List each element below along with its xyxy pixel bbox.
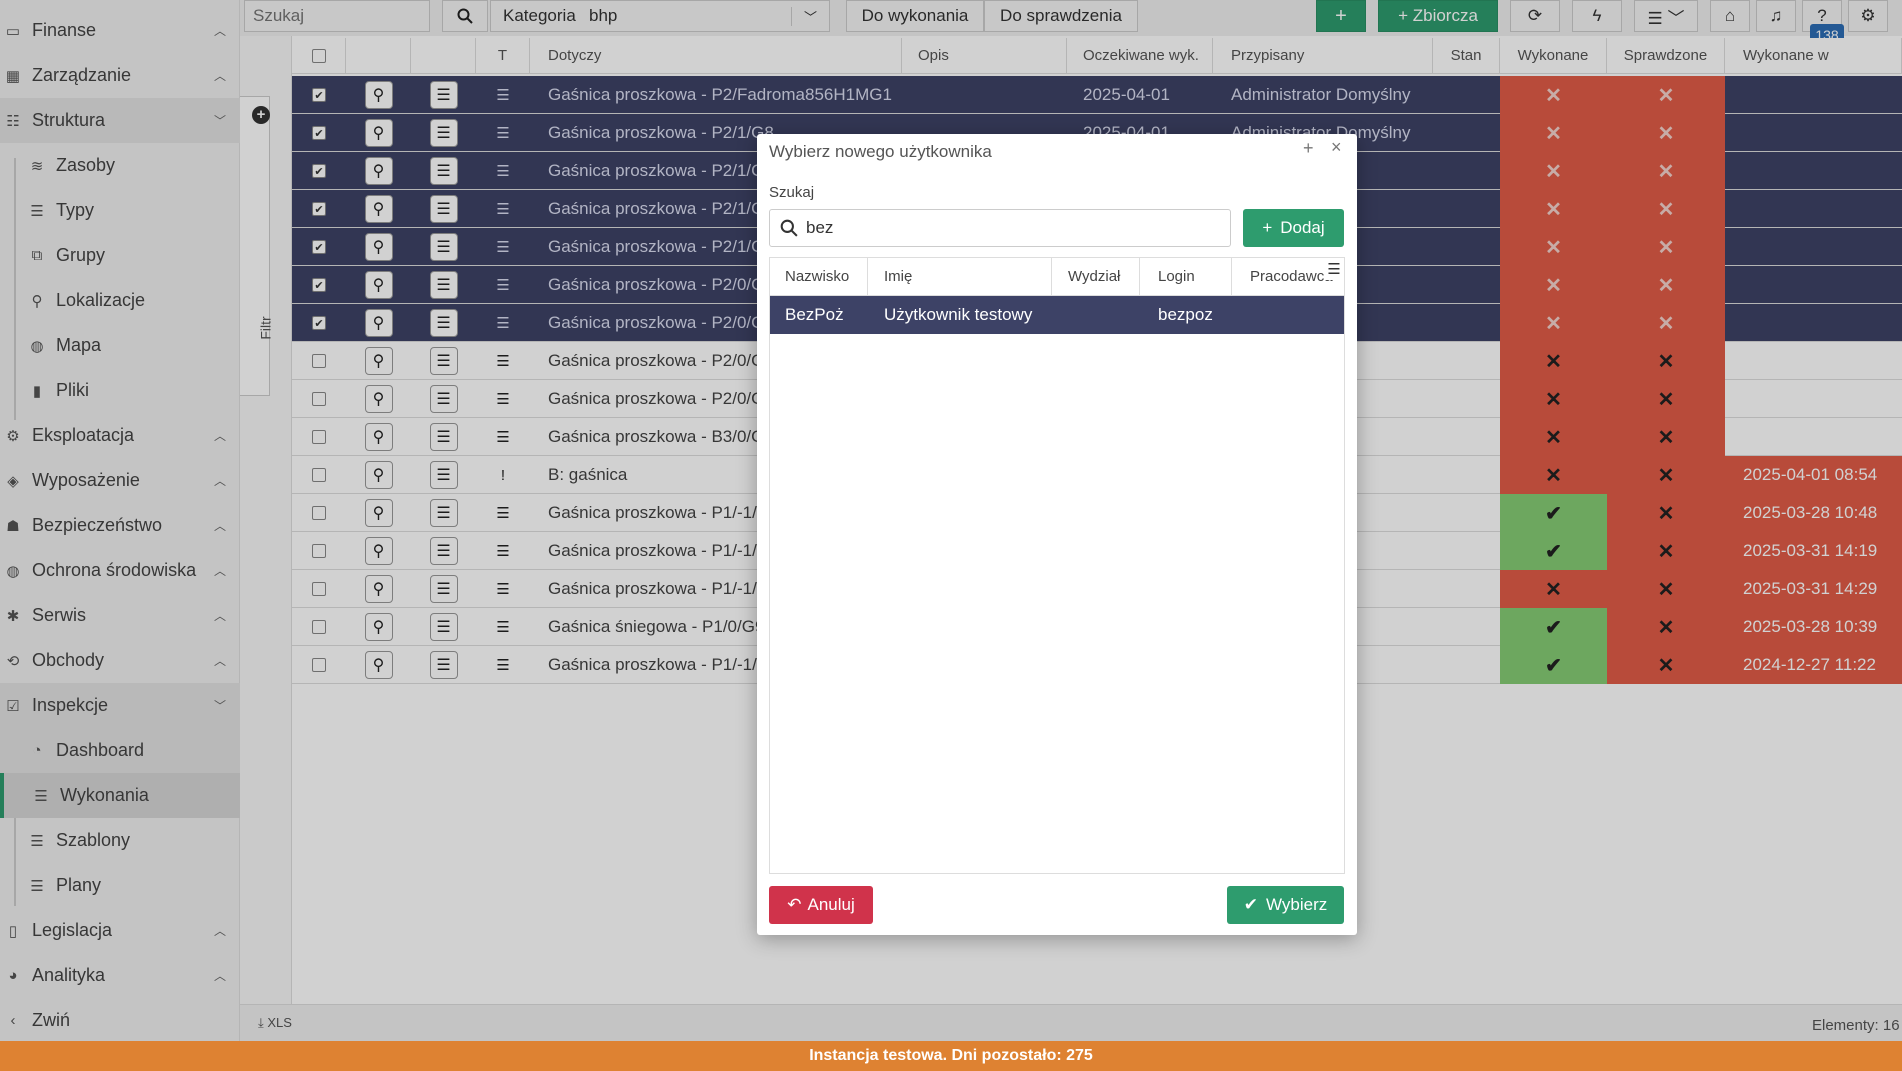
maximize-icon[interactable]: +: [1303, 138, 1314, 159]
user-surname: BezPoż: [785, 305, 844, 324]
dialog-title: Wybierz nowego użytkownika: [769, 142, 992, 161]
column-header-department[interactable]: Wydział: [1052, 258, 1140, 296]
add-user-label: Dodaj: [1280, 218, 1325, 237]
check-icon: ✔: [1243, 895, 1258, 914]
user-login: bezpoz: [1158, 305, 1213, 324]
column-header-name[interactable]: Imię: [868, 258, 1052, 296]
search-label: Szukaj: [769, 184, 815, 201]
select-button[interactable]: ✔ Wybierz: [1227, 886, 1344, 924]
select-user-dialog: Wybierz nowego użytkownika + × Szukaj + …: [757, 134, 1357, 935]
plus-icon: +: [1262, 218, 1273, 237]
user-name: Użytkownik testowy: [884, 305, 1033, 324]
close-icon[interactable]: ×: [1331, 137, 1342, 158]
column-header-login[interactable]: Login: [1140, 258, 1232, 296]
cancel-button[interactable]: ↶ Anuluj: [769, 886, 873, 924]
user-search-input[interactable]: [806, 217, 1206, 239]
undo-icon: ↶: [787, 895, 802, 914]
column-header-surname[interactable]: Nazwisko: [770, 258, 868, 296]
cancel-label: Anuluj: [807, 895, 855, 914]
instance-banner: Instancja testowa. Dni pozostało: 275: [0, 1041, 1902, 1071]
user-search-field[interactable]: [769, 209, 1231, 247]
select-label: Wybierz: [1266, 895, 1328, 914]
user-row[interactable]: BezPoż Użytkownik testowy bezpoz: [770, 296, 1344, 334]
column-menu-icon[interactable]: ☰: [1324, 260, 1344, 280]
search-icon: [780, 219, 798, 237]
add-user-button[interactable]: + Dodaj: [1243, 209, 1344, 247]
user-list: Nazwisko Imię Wydział Login Pracodawca ☰…: [769, 257, 1345, 874]
